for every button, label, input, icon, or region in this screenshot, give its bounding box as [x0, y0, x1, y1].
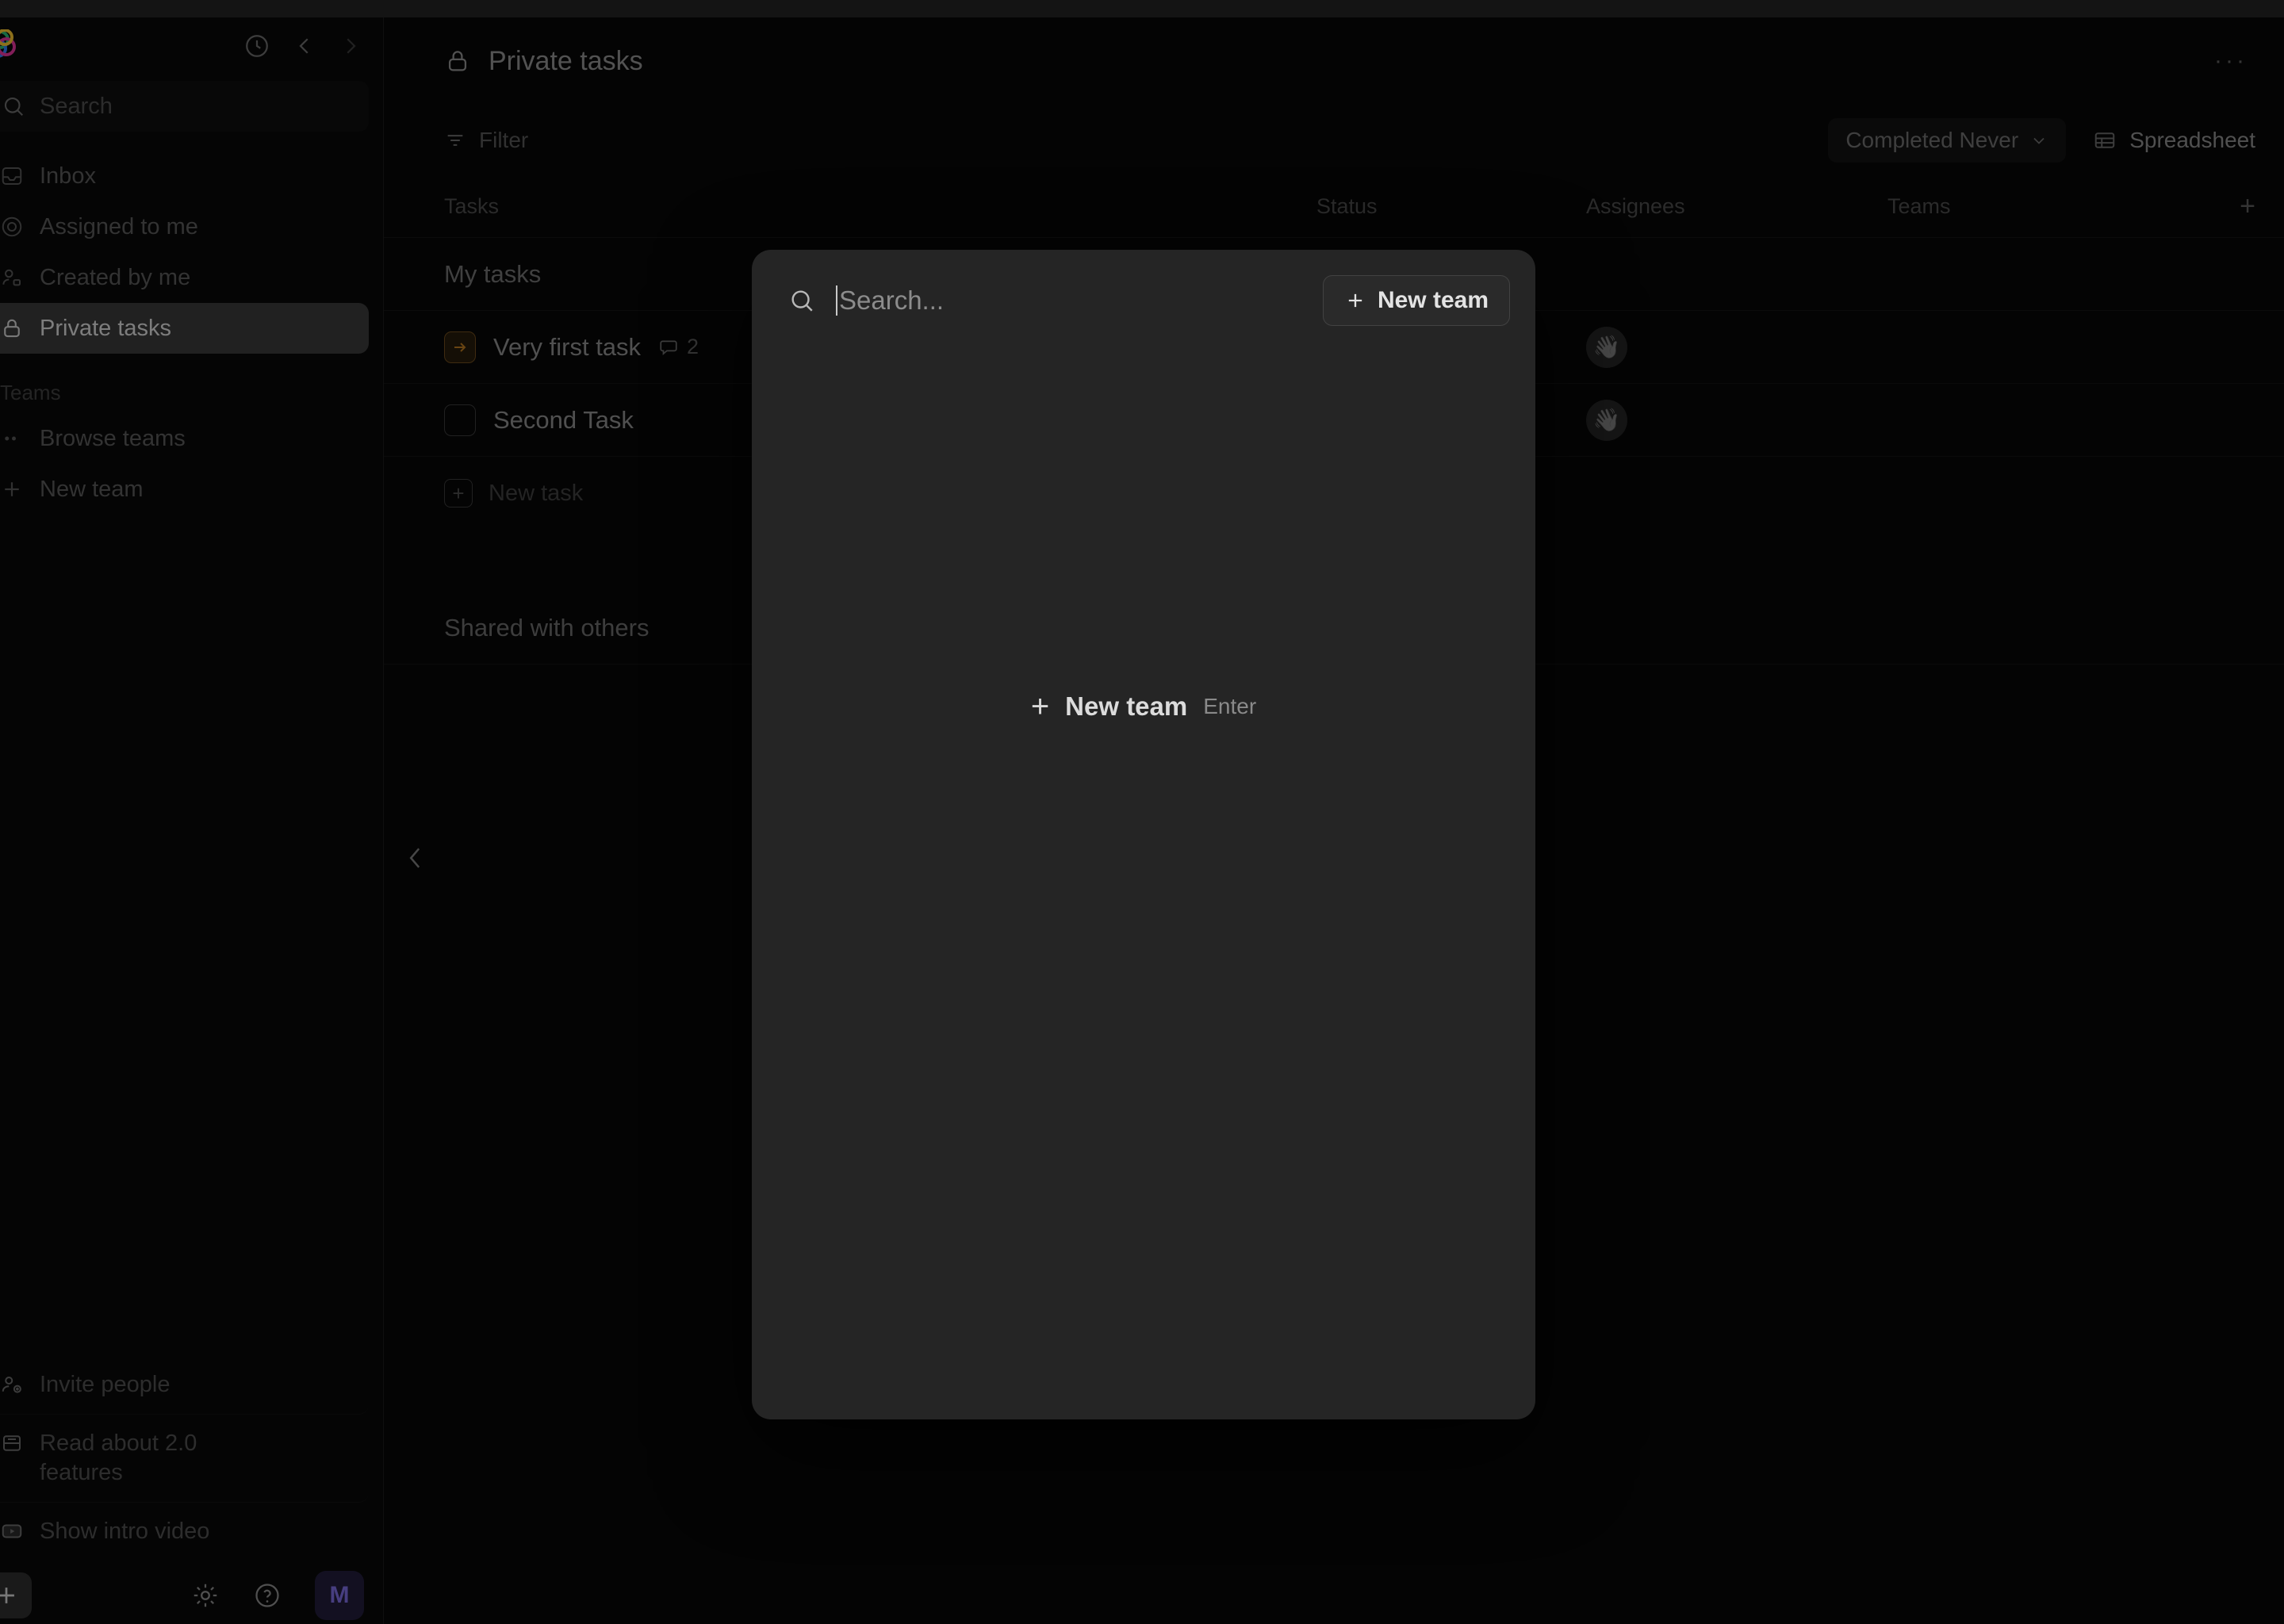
new-team-button[interactable]: New team: [1322, 275, 1510, 326]
modal-empty-action-label: New team: [1065, 691, 1188, 721]
search-icon: [788, 287, 815, 314]
text-caret: [836, 285, 837, 316]
modal-header: Search... New team: [752, 250, 1535, 351]
modal-search-input[interactable]: Search...: [836, 285, 1302, 316]
modal-results-list: + New team Enter: [752, 351, 1535, 1419]
app-root: Search Inbox Assigned to me Created by m…: [0, 0, 2284, 1624]
team-picker-modal: Search... New team + New team Enter: [752, 250, 1535, 1419]
plus-icon: +: [1030, 689, 1050, 724]
new-team-button-label: New team: [1377, 287, 1489, 313]
modal-empty-action-shortcut: Enter: [1203, 694, 1257, 718]
modal-empty-action[interactable]: + New team Enter: [752, 691, 1535, 722]
plus-icon: [1344, 289, 1366, 312]
modal-search-placeholder: Search...: [839, 285, 945, 315]
